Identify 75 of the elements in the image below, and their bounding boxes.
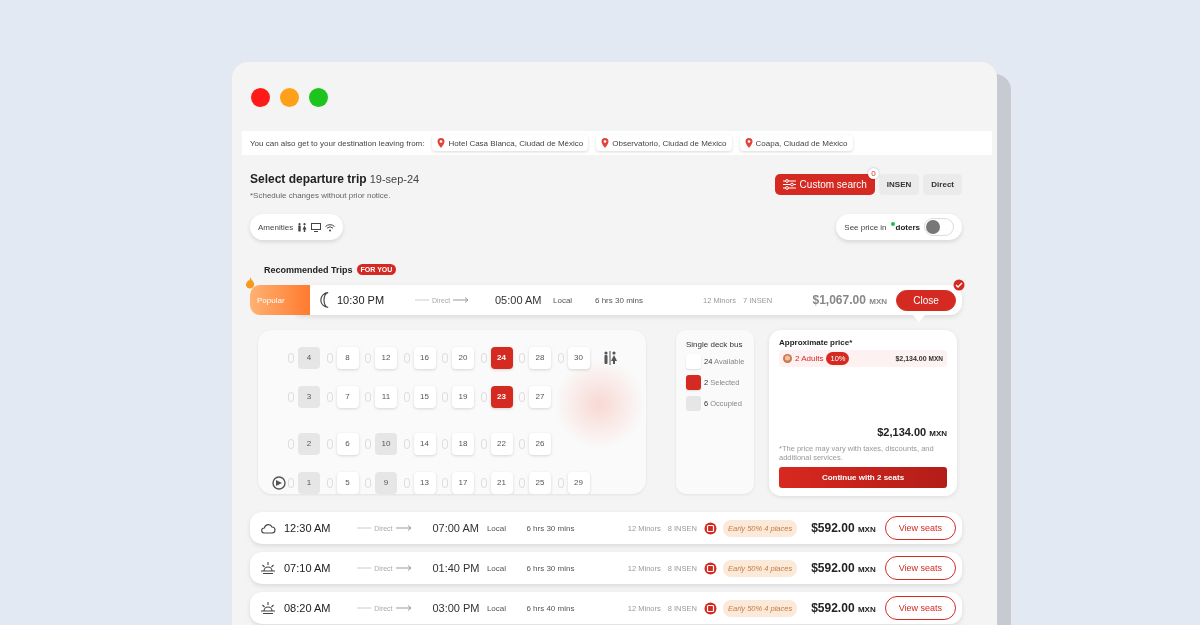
seat-button[interactable]: 3 <box>298 385 320 408</box>
amenities-pill[interactable]: Amenities <box>250 214 344 240</box>
seat-button[interactable]: 13 <box>413 471 436 494</box>
popular-tag: Popular <box>250 285 310 315</box>
service-label: Local <box>553 295 574 305</box>
service-label: Local <box>486 563 508 573</box>
seat-button[interactable]: 9 <box>375 471 397 494</box>
view-seats-button[interactable]: View seats <box>884 596 956 620</box>
count-badge: 0 <box>867 168 879 179</box>
seat-button[interactable]: 15 <box>413 385 436 408</box>
seat-button[interactable]: 16 <box>413 346 436 369</box>
seat-button[interactable]: 5 <box>336 471 359 494</box>
page-title: Select departure trip <box>250 172 367 186</box>
seat-button[interactable]: 11 <box>375 385 397 408</box>
duration-label: 6 hrs 30 mins <box>526 523 576 533</box>
seat-button[interactable]: 18 <box>452 432 474 455</box>
trip-price: $592.00 MXN <box>811 521 876 535</box>
departure-time: 08:20 AM <box>284 602 332 614</box>
origins-label: You can also get to your destination leaving from: <box>250 138 425 148</box>
trip-date: 19-sep-24 <box>369 173 420 185</box>
service-label: Local <box>486 523 508 533</box>
trip-price: $592.00 MXN <box>811 601 876 615</box>
seat-button[interactable]: 2 <box>298 432 320 455</box>
duration-label: 6 hrs 30 mins <box>526 563 576 573</box>
seat-button[interactable]: 19 <box>452 385 474 408</box>
seat-button[interactable]: 30 <box>567 346 590 369</box>
duration-label: 6 hrs 40 mins <box>526 603 576 613</box>
price-in-label: See price in <box>844 222 887 232</box>
arrival-time: 03:00 PM <box>432 602 481 614</box>
seat-button[interactable]: 22 <box>490 432 513 455</box>
seat-button[interactable]: 25 <box>529 471 551 494</box>
origin-chip[interactable]: Hotel Casa Blanca, Ciudad de México <box>432 135 589 151</box>
trip-price: $592.00 MXN <box>811 561 876 575</box>
seat-button[interactable]: 24 <box>490 346 513 369</box>
seat-button[interactable]: 28 <box>529 346 551 369</box>
filter-button[interactable]: INSEN <box>878 174 920 195</box>
legend-title: Single deck bus <box>686 340 744 349</box>
filter-button[interactable]: Direct <box>923 174 962 195</box>
seat-button[interactable]: 7 <box>336 385 359 408</box>
seat-button[interactable]: 23 <box>490 385 513 408</box>
view-seats-button[interactable]: View seats <box>884 516 956 540</box>
seat-button[interactable]: 8 <box>336 346 359 369</box>
seat-button[interactable]: 21 <box>490 471 513 494</box>
view-seats-button[interactable]: View seats <box>884 556 956 580</box>
service-label: Local <box>486 603 508 613</box>
seat-button[interactable]: 14 <box>413 432 436 455</box>
continue-button[interactable]: Continue with 2 seats <box>779 467 947 488</box>
section-title: Recommended Trips <box>264 264 353 275</box>
seat-button[interactable]: 26 <box>529 432 551 455</box>
arrival-time: 05:00 AM <box>495 294 543 306</box>
passengers-label: 2 Adults <box>795 354 824 363</box>
close-button[interactable]: Close <box>896 289 956 311</box>
trip-price: $1,067.00 MXN <box>812 293 887 307</box>
origin-chip[interactable]: Observatorio, Ciudad de México <box>596 135 732 151</box>
seat-button[interactable]: 29 <box>567 471 590 494</box>
price-title: Approximate price* <box>779 338 854 347</box>
departure-time: 10:30 PM <box>337 294 386 306</box>
duration-label: 6 hrs 30 mins <box>595 295 645 305</box>
amenities-label: Amenities <box>258 222 294 232</box>
seat-button[interactable]: 27 <box>529 385 551 408</box>
seat-button[interactable]: 17 <box>452 471 474 494</box>
arrival-time: 07:00 AM <box>432 522 480 534</box>
seat-button[interactable]: 20 <box>452 346 474 369</box>
total-price: $2,134.00 MXN <box>876 425 947 438</box>
origin-chip[interactable]: Coapa, Ciudad de México <box>739 135 853 151</box>
doters-logo: doters <box>895 222 920 232</box>
departure-time: 07:10 AM <box>284 562 332 574</box>
seat-button[interactable]: 1 <box>298 471 320 494</box>
seat-button[interactable]: 10 <box>375 432 397 455</box>
seat-button[interactable]: 12 <box>375 346 397 369</box>
seat-button[interactable]: 6 <box>336 432 359 455</box>
arrival-time: 01:40 PM <box>432 562 481 574</box>
schedule-note: *Schedule changes without prior notice. <box>250 191 392 200</box>
departure-time: 12:30 AM <box>284 522 332 534</box>
seat-button[interactable]: 4 <box>298 346 320 369</box>
